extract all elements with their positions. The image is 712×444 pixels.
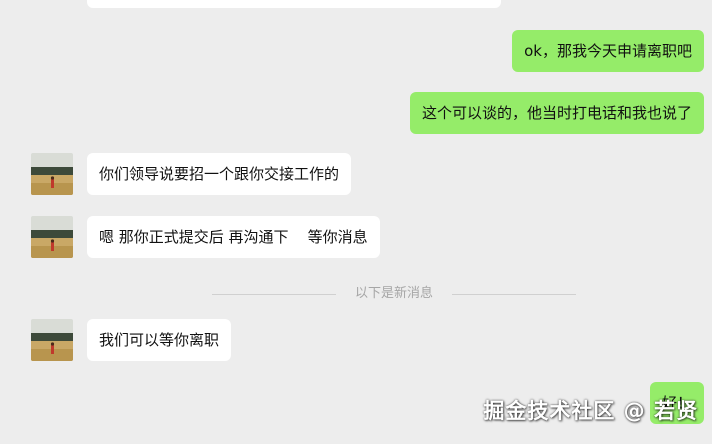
contact-avatar[interactable]	[31, 153, 73, 195]
chat-panel: ok，那我今天申请离职吧 这个可以谈的，他当时打电话和我也说了 你们领导说要招一…	[0, 0, 712, 444]
message-bubble-incoming[interactable]: 嗯 那你正式提交后 再沟通下 等你消息	[87, 216, 380, 258]
field-photo-icon	[31, 319, 73, 361]
field-photo-icon	[31, 216, 73, 258]
field-photo-icon	[31, 153, 73, 195]
message-bubble-incoming[interactable]: 你们领导说要招一个跟你交接工作的	[87, 153, 352, 195]
contact-avatar[interactable]	[31, 216, 73, 258]
message-bubble-outgoing[interactable]: ok，那我今天申请离职吧	[512, 30, 704, 72]
contact-avatar[interactable]	[31, 319, 73, 361]
divider-line	[452, 294, 576, 295]
new-messages-divider: 以下是新消息	[212, 286, 576, 302]
message-bubble-incoming[interactable]: 我们可以等你离职	[87, 319, 232, 361]
watermark: 掘金技术社区 @ 若贤	[483, 399, 698, 423]
message-bubble-outgoing[interactable]: 这个可以谈的，他当时打电话和我也说了	[409, 92, 704, 134]
message-bubble-incoming[interactable]	[87, 0, 501, 8]
